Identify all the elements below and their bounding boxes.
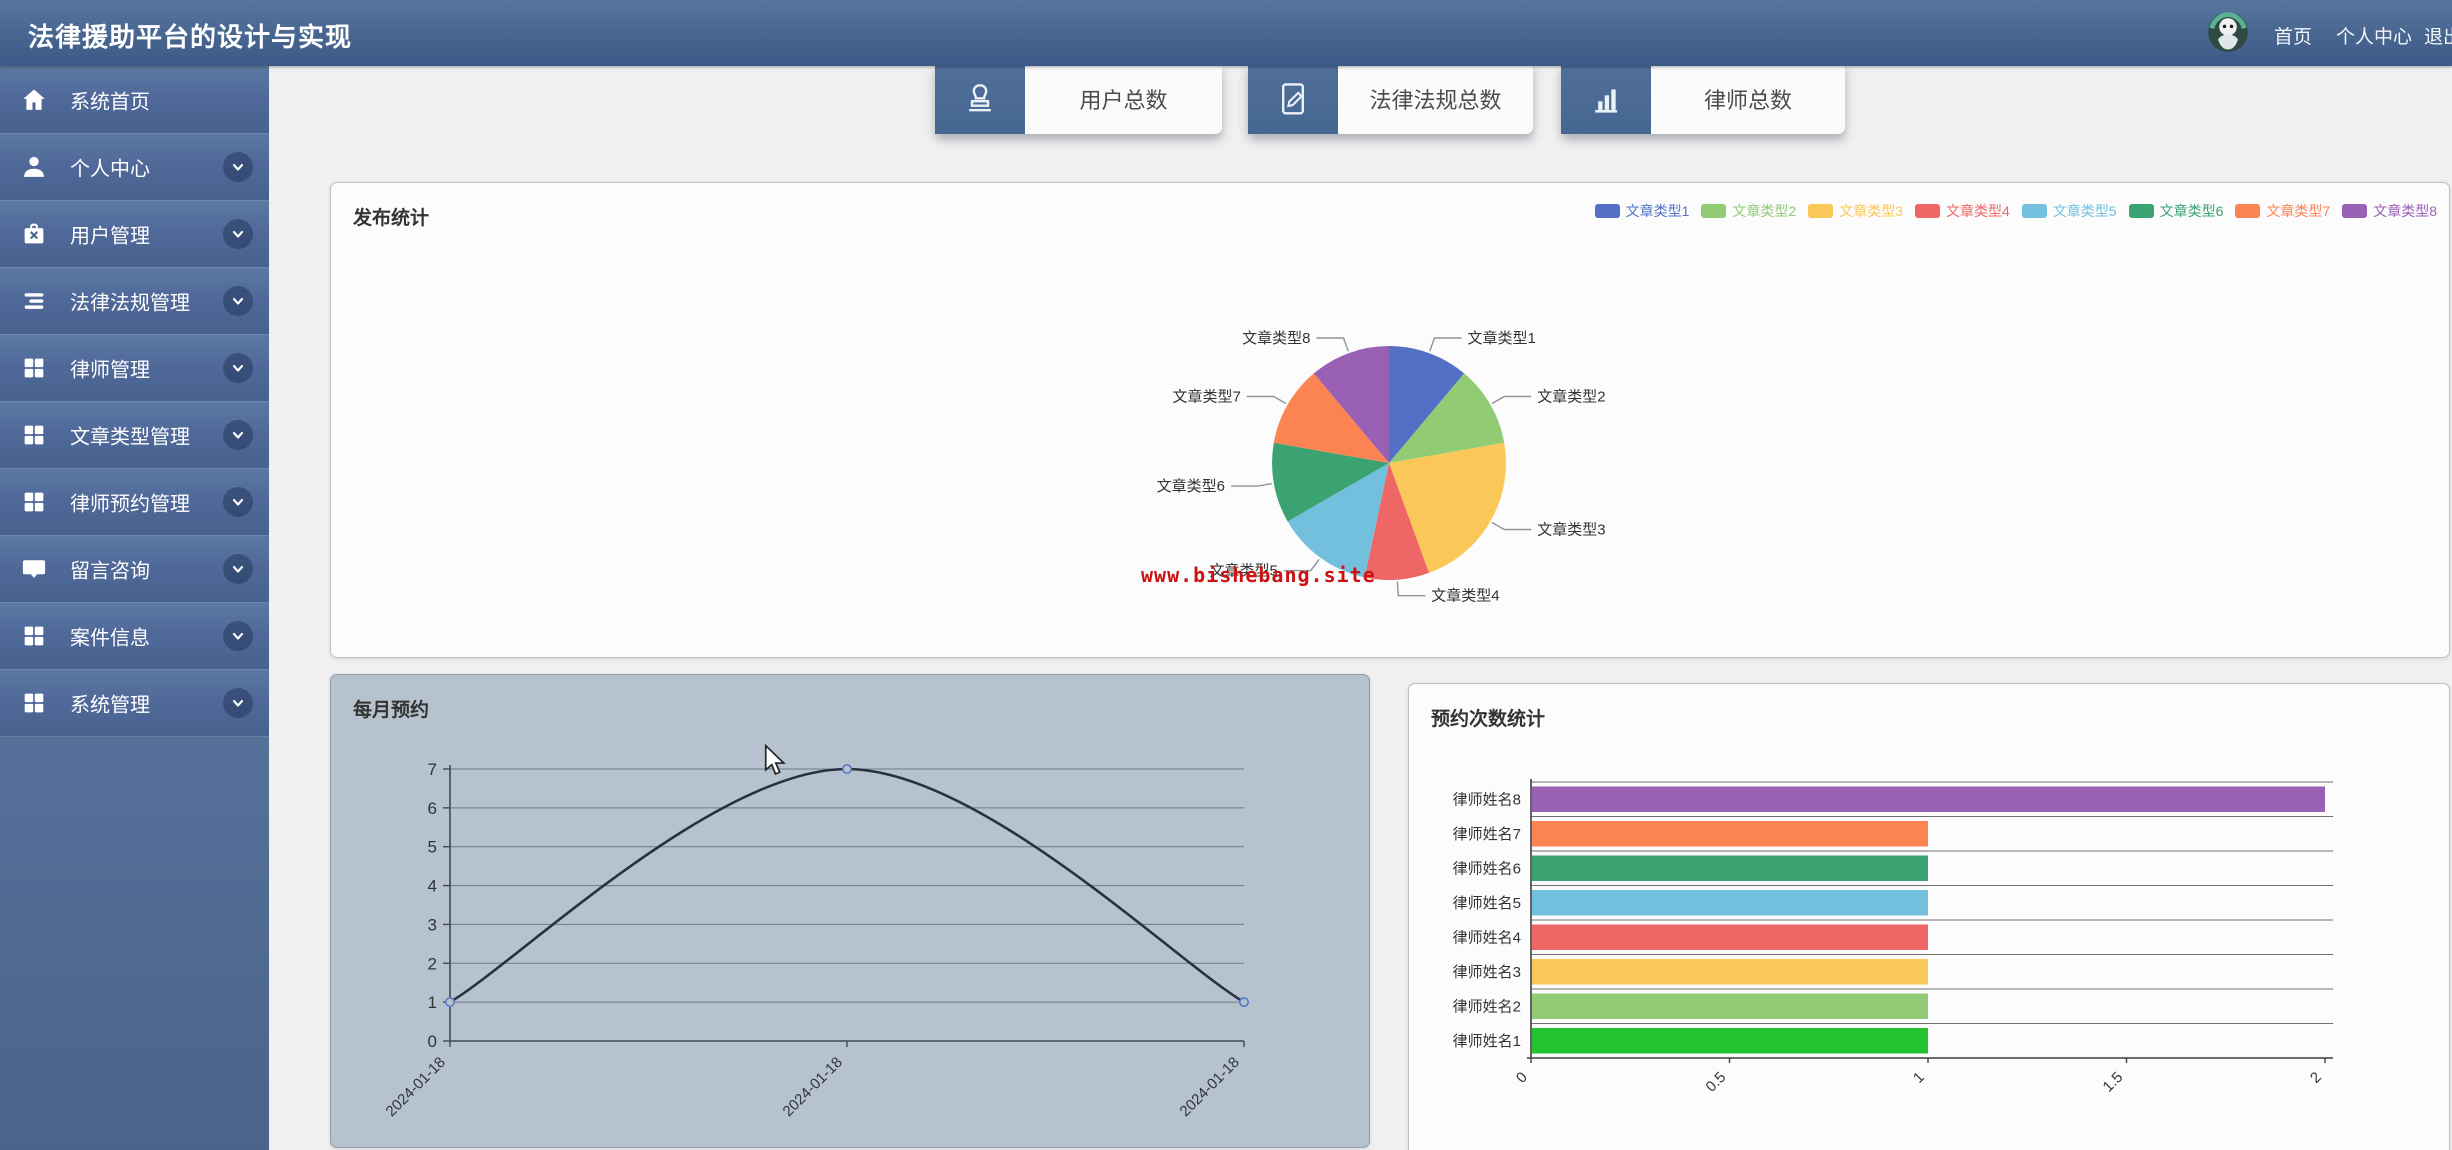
- grid-icon: [20, 421, 48, 449]
- doc-edit-icon: [1248, 66, 1338, 134]
- grid-icon: [20, 622, 48, 650]
- page-title: 法律援助平台的设计与实现: [28, 17, 352, 54]
- svg-text:0.5: 0.5: [1703, 1069, 1730, 1096]
- grid-icon: [20, 689, 48, 717]
- sidebar-item-article-types[interactable]: 文章类型管理: [0, 401, 269, 468]
- chevron-down-icon[interactable]: [223, 286, 253, 316]
- chevron-down-icon[interactable]: [223, 219, 253, 249]
- svg-text:1.5: 1.5: [2100, 1069, 2127, 1096]
- chart-bars-icon: [1561, 66, 1651, 134]
- nav-profile-link[interactable]: 个人中心: [2336, 22, 2412, 49]
- svg-text:律师姓名6: 律师姓名6: [1453, 860, 1521, 877]
- svg-text:文章类型6: 文章类型6: [1157, 477, 1225, 495]
- sidebar-item-label: 律师预约管理: [70, 488, 190, 517]
- svg-text:7: 7: [428, 760, 437, 779]
- sidebar-item-label: 系统管理: [70, 689, 150, 718]
- svg-text:1: 1: [428, 993, 437, 1012]
- chevron-down-icon[interactable]: [223, 688, 253, 718]
- stat-card-label: 法律法规总数: [1338, 66, 1533, 134]
- stat-card-label: 律师总数: [1651, 66, 1845, 134]
- sidebar-item-label: 文章类型管理: [70, 421, 190, 450]
- svg-text:文章类型7: 文章类型7: [1172, 388, 1240, 406]
- svg-text:2: 2: [428, 954, 437, 973]
- stat-card-total-users[interactable]: 用户总数: [935, 66, 1222, 134]
- sidebar-item-label: 留言咨询: [70, 555, 150, 584]
- svg-text:2024-01-18: 2024-01-18: [1177, 1054, 1243, 1120]
- sidebar-item-label: 案件信息: [70, 622, 150, 651]
- app-root: 法律援助平台的设计与实现 首页 个人中心 退出 系统首页个人中心用户管理法律法规…: [0, 0, 2452, 1150]
- appointment-count-bar-chart: 律师姓名8 律师姓名7 律师姓名6 律师姓名5 律师姓名4 律师姓名3 律师姓名2 律师姓名1…: [1409, 684, 2449, 1150]
- svg-text:3: 3: [428, 915, 437, 934]
- svg-text:1: 1: [1910, 1069, 1928, 1087]
- briefcase-icon: [20, 220, 48, 248]
- publish-stats-panel: 发布统计 文章类型1文章类型2文章类型3文章类型4文章类型5文章类型6文章类型7…: [330, 182, 2450, 658]
- svg-text:0: 0: [428, 1032, 437, 1051]
- svg-text:律师姓名1: 律师姓名1: [1453, 1033, 1521, 1050]
- svg-text:6: 6: [428, 799, 437, 818]
- nav-logout-link[interactable]: 退出: [2424, 22, 2452, 49]
- monthly-appointments-line-chart: 0 1 2 3 4 5 6 7 2024-01-18 2024-01-18 2024-01-18: [331, 675, 1369, 1147]
- app-header: 法律援助平台的设计与实现 首页 个人中心 退出: [0, 0, 2452, 66]
- sidebar-item-cases[interactable]: 案件信息: [0, 602, 269, 669]
- svg-text:2024-01-18: 2024-01-18: [383, 1054, 449, 1120]
- stat-card-total-laws[interactable]: 法律法规总数: [1248, 66, 1533, 134]
- svg-text:0: 0: [1513, 1069, 1531, 1087]
- monthly-appointments-panel: 每月预约 012345672024-01-182024-01-182024-01…: [330, 674, 1370, 1148]
- watermark: www.bishebang.site: [1141, 563, 1376, 587]
- grid-icon: [20, 354, 48, 382]
- sidebar-item-label: 系统首页: [70, 86, 150, 115]
- sidebar-item-home[interactable]: 系统首页: [0, 66, 269, 133]
- stamp-icon: [935, 66, 1025, 134]
- svg-text:文章类型2: 文章类型2: [1537, 388, 1605, 406]
- svg-text:文章类型3: 文章类型3: [1537, 521, 1605, 539]
- sidebar: 系统首页个人中心用户管理法律法规管理律师管理文章类型管理律师预约管理留言咨询案件…: [0, 66, 269, 1150]
- sidebar-item-lawyers[interactable]: 律师管理: [0, 334, 269, 401]
- chevron-down-icon[interactable]: [223, 420, 253, 450]
- chat-icon: [20, 555, 48, 583]
- sidebar-item-messages[interactable]: 留言咨询: [0, 535, 269, 602]
- appointment-count-panel: 预约次数统计 律师姓名8律师姓名7律师姓名6律师姓名5律师姓名4律师姓名3律师姓…: [1408, 683, 2450, 1150]
- chevron-down-icon[interactable]: [223, 621, 253, 651]
- sidebar-filler: [0, 736, 269, 1150]
- nav-home-link[interactable]: 首页: [2274, 22, 2312, 49]
- svg-text:5: 5: [428, 838, 437, 857]
- grid-icon: [20, 488, 48, 516]
- svg-text:2: 2: [2307, 1069, 2325, 1087]
- sidebar-item-system[interactable]: 系统管理: [0, 669, 269, 736]
- main-content: 用户总数法律法规总数律师总数 发布统计 文章类型1文章类型2文章类型3文章类型4…: [269, 66, 2452, 1150]
- svg-text:律师姓名8: 律师姓名8: [1453, 791, 1521, 808]
- svg-text:律师姓名7: 律师姓名7: [1453, 826, 1521, 843]
- stat-card-total-lawyers[interactable]: 律师总数: [1561, 66, 1845, 134]
- stat-card-label: 用户总数: [1025, 66, 1222, 134]
- chevron-down-icon[interactable]: [223, 554, 253, 584]
- svg-text:2024-01-18: 2024-01-18: [780, 1054, 846, 1120]
- avatar-image: [2208, 12, 2248, 52]
- svg-text:4: 4: [428, 877, 437, 896]
- home-icon: [20, 86, 48, 114]
- chevron-down-icon[interactable]: [223, 487, 253, 517]
- article-type-pie-chart: 文章类型1文章类型2文章类型3文章类型4文章类型5文章类型6文章类型7文章类型8: [331, 183, 2449, 657]
- svg-text:律师姓名5: 律师姓名5: [1453, 895, 1521, 912]
- svg-text:律师姓名3: 律师姓名3: [1453, 964, 1521, 981]
- list-icon: [20, 287, 48, 315]
- sidebar-item-laws[interactable]: 法律法规管理: [0, 267, 269, 334]
- avatar[interactable]: [2208, 12, 2248, 52]
- svg-text:文章类型4: 文章类型4: [1431, 587, 1499, 605]
- chevron-down-icon[interactable]: [223, 353, 253, 383]
- sidebar-item-profile[interactable]: 个人中心: [0, 133, 269, 200]
- sidebar-item-label: 个人中心: [70, 153, 150, 182]
- svg-text:律师姓名4: 律师姓名4: [1453, 929, 1521, 946]
- person-icon: [20, 153, 48, 181]
- sidebar-item-label: 法律法规管理: [70, 287, 190, 316]
- chevron-down-icon[interactable]: [223, 152, 253, 182]
- svg-text:律师姓名2: 律师姓名2: [1453, 998, 1521, 1015]
- svg-text:文章类型1: 文章类型1: [1468, 329, 1536, 347]
- sidebar-item-label: 用户管理: [70, 220, 150, 249]
- sidebar-item-lawyer-appointments[interactable]: 律师预约管理: [0, 468, 269, 535]
- sidebar-item-label: 律师管理: [70, 354, 150, 383]
- sidebar-item-users[interactable]: 用户管理: [0, 200, 269, 267]
- svg-text:文章类型8: 文章类型8: [1242, 329, 1310, 347]
